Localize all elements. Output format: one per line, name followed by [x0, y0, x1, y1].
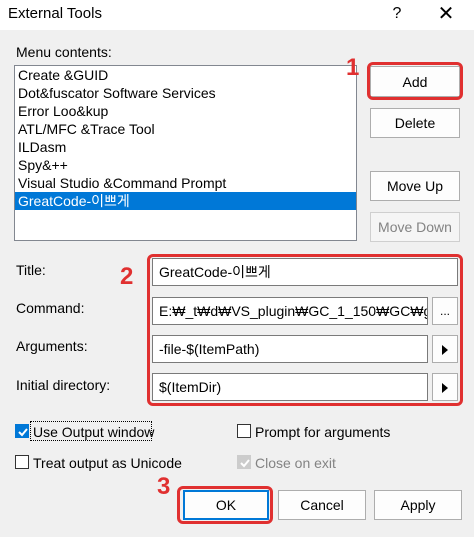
checkmark-icon [18, 428, 28, 437]
apply-button[interactable]: Apply [374, 490, 462, 520]
checkmark-icon [240, 459, 250, 468]
annotation-marker-2: 2 [120, 263, 134, 290]
window-title: External Tools [8, 5, 102, 22]
use-output-window-label[interactable]: Use Output window [33, 424, 154, 440]
menu-contents-label: Menu contents: [16, 44, 112, 60]
menu-contents-list[interactable]: Create &GUID Dot&fuscator Software Servi… [14, 65, 357, 241]
initial-directory-menu-button[interactable] [432, 373, 458, 401]
annotation-marker-1: 1 [346, 54, 360, 81]
close-on-exit-label[interactable]: Close on exit [255, 455, 336, 471]
list-item-create-guid[interactable]: Create &GUID [15, 66, 356, 84]
annotation-marker-3: 3 [157, 473, 171, 500]
list-item-vs-command-prompt[interactable]: Visual Studio &Command Prompt [15, 174, 356, 192]
help-button[interactable]: ? [384, 3, 410, 25]
play-arrow-icon [442, 382, 448, 393]
title-bar: External Tools ? ✕ [0, 0, 474, 30]
delete-button[interactable]: Delete [370, 108, 460, 138]
use-output-window-checkbox[interactable] [15, 424, 29, 438]
title-field[interactable]: GreatCode-이쁘게 [152, 258, 458, 286]
list-item-ildasm[interactable]: ILDasm [15, 138, 356, 156]
list-item-spy[interactable]: Spy&++ [15, 156, 356, 174]
move-down-button[interactable]: Move Down [370, 212, 460, 242]
browse-button[interactable]: ... [432, 297, 458, 325]
command-field[interactable]: E:₩_t₩d₩VS_plugin₩GC_1_150₩GC₩gc.exe [152, 297, 428, 325]
play-arrow-icon [442, 344, 448, 355]
arguments-menu-button[interactable] [432, 335, 458, 363]
initial-directory-field[interactable]: $(ItemDir) [152, 373, 428, 401]
list-item-greatcode[interactable]: GreatCode-이쁘게 [15, 192, 356, 210]
list-item-error-lookup[interactable]: Error Loo&kup [15, 102, 356, 120]
initial-directory-label: Initial directory: [16, 377, 111, 393]
close-on-exit-checkbox[interactable] [237, 455, 251, 469]
add-button[interactable]: Add [370, 66, 460, 97]
command-label: Command: [16, 300, 85, 316]
list-item-dotfuscator[interactable]: Dot&fuscator Software Services [15, 84, 356, 102]
title-label: Title: [16, 262, 46, 278]
cancel-button[interactable]: Cancel [278, 490, 366, 520]
ok-button[interactable]: OK [183, 490, 269, 520]
arguments-field[interactable]: -file-$(ItemPath) [152, 335, 428, 363]
list-item-atl-mfc-trace[interactable]: ATL/MFC &Trace Tool [15, 120, 356, 138]
arguments-label: Arguments: [16, 338, 88, 354]
prompt-for-arguments-checkbox[interactable] [237, 424, 251, 438]
treat-output-unicode-label[interactable]: Treat output as Unicode [33, 455, 182, 471]
move-up-button[interactable]: Move Up [370, 171, 460, 201]
close-button[interactable]: ✕ [430, 3, 462, 25]
prompt-for-arguments-label[interactable]: Prompt for arguments [255, 424, 390, 440]
treat-output-unicode-checkbox[interactable] [15, 455, 29, 469]
